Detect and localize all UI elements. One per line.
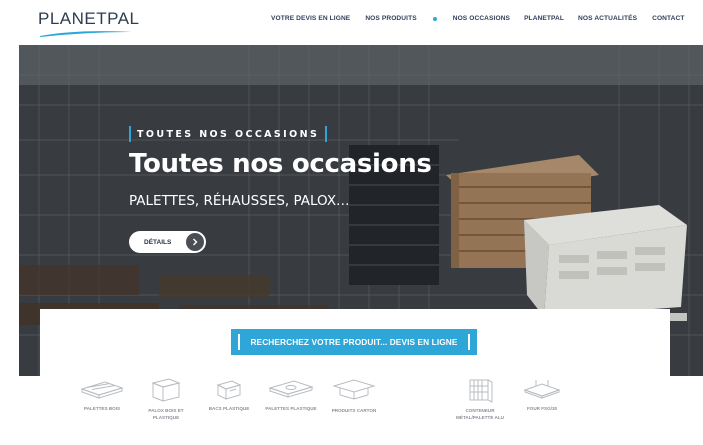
palox-icon <box>151 378 181 402</box>
cta-left-bar <box>238 334 240 350</box>
kicker-right-bar <box>325 126 328 142</box>
planetpal-logo[interactable]: PLANETPAL <box>38 9 140 37</box>
metal-container-icon <box>469 379 493 403</box>
oven-tray-icon <box>523 380 561 399</box>
product-label: PALOX BOIS ET PLASTIQUE <box>148 408 184 420</box>
hero-kicker: TOUTES NOS OCCASIONS <box>129 126 328 142</box>
product-bacs-plastique[interactable]: BACS PLASTIQUE <box>199 377 259 412</box>
plastic-pallet-icon <box>268 380 314 398</box>
nav-planetpal[interactable]: PLANETPAL <box>524 15 564 22</box>
nav-separator-dot <box>432 16 437 21</box>
product-carton[interactable]: PRODUITS CARTON <box>324 377 384 414</box>
product-palox[interactable]: PALOX BOIS ET PLASTIQUE <box>136 377 196 421</box>
cardboard-icon <box>332 379 376 400</box>
product-label: PALETTES BOIS <box>83 406 121 411</box>
logo-text: PLANETPAL <box>38 9 140 28</box>
details-button[interactable]: DÉTAILS <box>129 231 206 253</box>
wood-pallet-icon <box>80 381 124 399</box>
logo-swoosh-icon <box>40 31 132 37</box>
product-search-panel: RECHERCHEZ VOTRE PRODUIT... DEVIS EN LIG… <box>40 309 670 445</box>
product-four-fsg30[interactable]: FOUR FSG/30 <box>512 377 572 412</box>
nav-nos-occasions[interactable]: NOS OCCASIONS <box>453 15 510 22</box>
nav-nos-produits[interactable]: NOS PRODUITS <box>365 15 416 22</box>
cta-label: RECHERCHEZ VOTRE PRODUIT... DEVIS EN LIG… <box>250 337 458 347</box>
hero-title: Toutes nos occasions <box>129 149 432 179</box>
product-palettes-bois[interactable]: PALETTES BOIS <box>72 377 132 412</box>
site-header: PLANETPAL VOTRE DEVIS EN LIGNE NOS PRODU… <box>0 0 703 42</box>
product-label: CONTENEUR MÉTAL/PALETTE ALU <box>456 408 504 420</box>
nav-contact[interactable]: CONTACT <box>652 15 684 22</box>
plastic-bin-icon <box>216 380 242 400</box>
hero-kicker-text: TOUTES NOS OCCASIONS <box>137 128 320 140</box>
product-palettes-plastique[interactable]: PALETTES PLASTIQUE <box>261 377 321 412</box>
product-label: FOUR FSG/30 <box>526 406 558 411</box>
cta-right-bar <box>468 334 470 350</box>
product-label: BACS PLASTIQUE <box>208 406 250 411</box>
product-conteneur-metal[interactable]: CONTENEUR MÉTAL/PALETTE ALU <box>450 377 510 421</box>
product-label: PALETTES PLASTIQUE <box>265 406 317 411</box>
hero-subtitle: PALETTES, RÉHAUSSES, PALOX… <box>129 193 350 209</box>
search-product-cta-button[interactable]: RECHERCHEZ VOTRE PRODUIT... DEVIS EN LIG… <box>231 329 477 355</box>
main-nav: VOTRE DEVIS EN LIGNE NOS PRODUITS NOS OC… <box>271 15 685 22</box>
nav-devis-en-ligne[interactable]: VOTRE DEVIS EN LIGNE <box>271 15 350 22</box>
product-label: PRODUITS CARTON <box>331 408 377 413</box>
nav-nos-actualites[interactable]: NOS ACTUALITÉS <box>578 15 637 22</box>
chevron-right-icon <box>186 233 204 251</box>
details-button-label: DÉTAILS <box>144 238 172 246</box>
